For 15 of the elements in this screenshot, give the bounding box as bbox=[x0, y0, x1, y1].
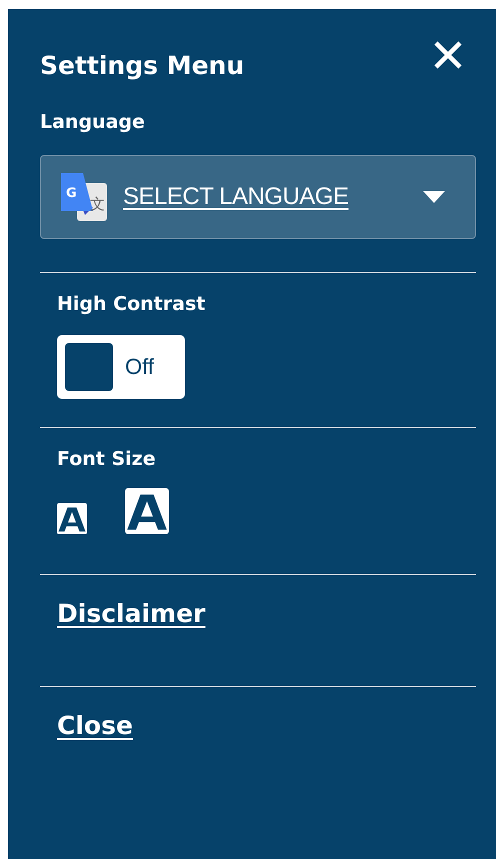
font-size-label: Font Size bbox=[56, 448, 157, 470]
high-contrast-label: High Contrast bbox=[56, 293, 206, 315]
menu-title: Settings Menu bbox=[40, 50, 244, 82]
decrease-font-button[interactable] bbox=[57, 502, 87, 534]
letter-a-icon bbox=[57, 502, 87, 534]
language-select[interactable]: G 文 SELECT LANGUAGE bbox=[40, 155, 476, 239]
language-label: Language bbox=[40, 111, 146, 133]
menu-link[interactable]: Close bbox=[57, 711, 133, 740]
close-icon bbox=[432, 39, 464, 71]
menu-link[interactable]: Disclaimer bbox=[57, 599, 206, 628]
letter-a-icon bbox=[125, 488, 169, 534]
caret-icon bbox=[423, 191, 445, 203]
increase-font-button[interactable] bbox=[125, 488, 169, 534]
close-button[interactable] bbox=[432, 39, 464, 71]
high-contrast-toggle[interactable]: Off bbox=[57, 335, 185, 399]
